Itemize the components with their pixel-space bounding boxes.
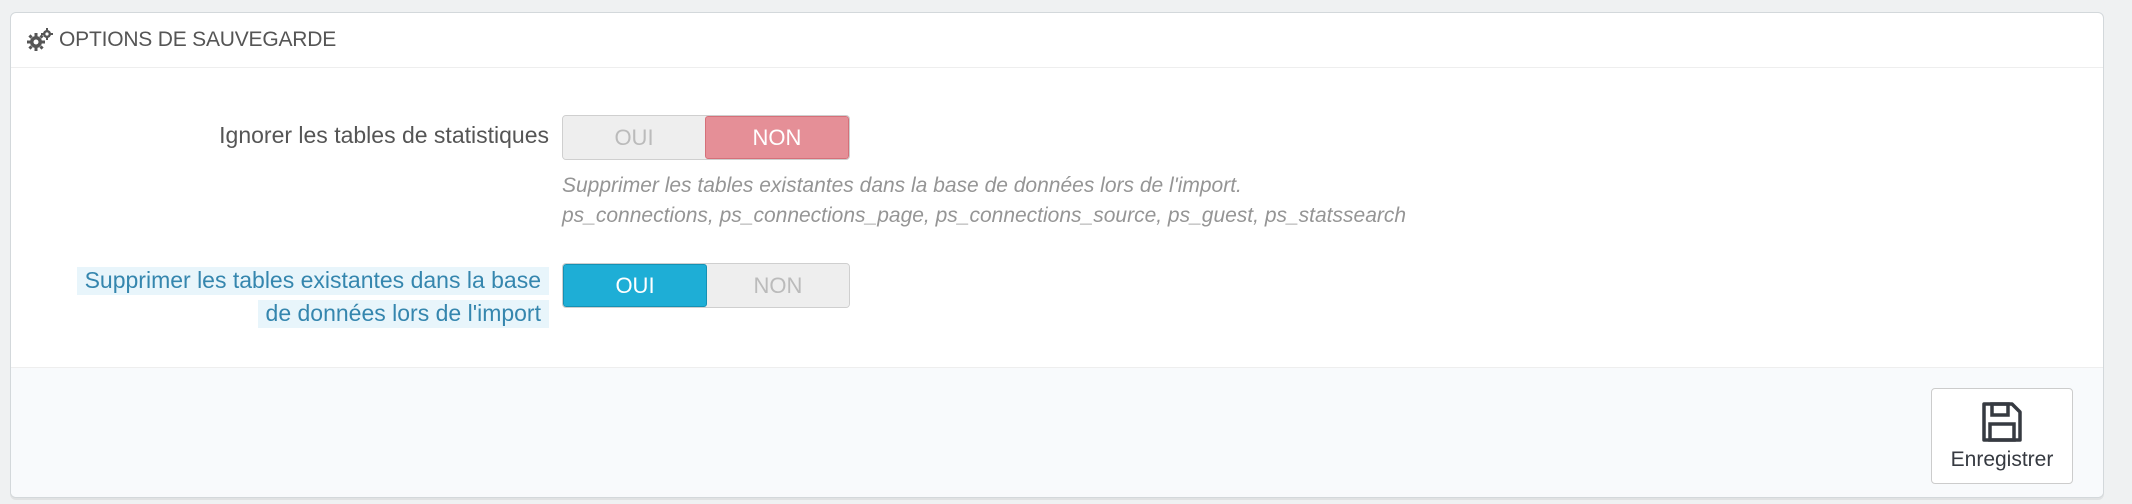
label-line: Supprimer les tables existantes dans la … (76, 267, 549, 295)
help-text-line: Supprimer les tables existantes dans la … (562, 174, 1242, 197)
ignore-stats-yes-option[interactable]: OUI (563, 116, 705, 159)
field-label-drop-tables[interactable]: Supprimer les tables existantes dans la … (76, 264, 549, 330)
ignore-stats-no-option[interactable]: NON (705, 116, 849, 159)
help-text-line: ps_connections, ps_connections_page, ps_… (562, 204, 1407, 227)
field-label-ignore-stats: Ignorer les tables de statistiques (219, 122, 549, 148)
backup-options-panel: OPTIONS DE SAUVEGARDE Ignorer les tables… (10, 12, 2104, 498)
drop-tables-no-option[interactable]: NON (707, 264, 849, 307)
drop-tables-yes-option[interactable]: OUI (563, 264, 707, 307)
form-row-drop-tables: Supprimer les tables existantes dans la … (11, 253, 2103, 353)
save-button[interactable]: Enregistrer (1931, 388, 2073, 484)
cogs-icon (27, 28, 53, 52)
panel-heading: OPTIONS DE SAUVEGARDE (11, 13, 2103, 68)
save-button-label: Enregistrer (1950, 448, 2054, 471)
form-row-ignore-stats: Ignorer les tables de statistiques OUI N… (11, 87, 2103, 237)
panel-footer: Enregistrer (11, 367, 2103, 497)
ignore-stats-switch[interactable]: OUI NON (562, 115, 850, 160)
floppy-disk-icon (1980, 400, 2024, 444)
panel-title: OPTIONS DE SAUVEGARDE (59, 28, 337, 51)
drop-tables-switch[interactable]: OUI NON (562, 263, 850, 308)
label-line: de données lors de l'import (257, 300, 549, 328)
help-text: Supprimer les tables existantes dans la … (562, 171, 1406, 231)
